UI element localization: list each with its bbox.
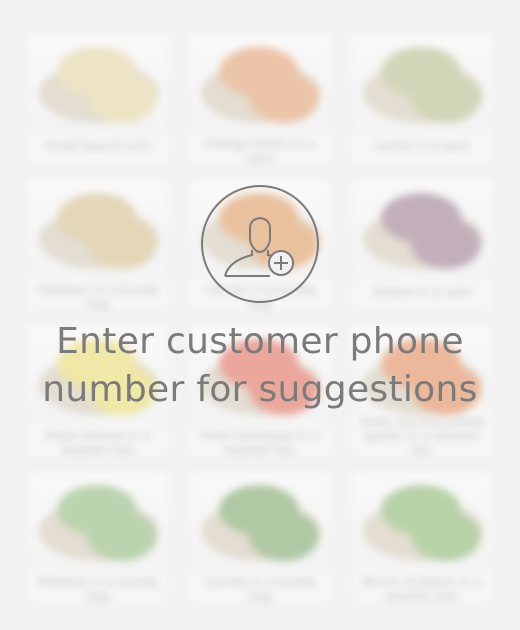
- product-card: Onions in a sack: [350, 178, 494, 312]
- photo-shape: [87, 219, 157, 269]
- photo-shape: [411, 219, 481, 269]
- photo-shape: [249, 73, 319, 123]
- product-card: Orange lentils in a sack: [188, 32, 332, 166]
- product-photo: [351, 179, 493, 279]
- add-user-icon[interactable]: [200, 184, 320, 304]
- product-caption: Fresh tomatoes in a wooden box: [200, 429, 320, 457]
- product-card: Bunch of beans in a wooden box: [350, 470, 494, 604]
- product-photo: [351, 33, 493, 133]
- product-card: Small bag of corn: [26, 32, 170, 166]
- product-photo: [351, 471, 493, 569]
- prompt-line-1: Enter customer phone: [56, 321, 464, 362]
- photo-shape: [87, 511, 157, 561]
- product-caption: Onions in a sack: [372, 285, 472, 299]
- product-photo: [189, 471, 331, 569]
- photo-shape: [411, 511, 481, 561]
- product-caption: Fresh red and yellow apples in a wooden …: [360, 415, 484, 457]
- product-photo: [189, 33, 331, 131]
- product-photo: [27, 179, 169, 277]
- product-card: Carrots in a burlap bag: [188, 470, 332, 604]
- prompt-headline: Enter customer phone number for suggesti…: [0, 318, 520, 414]
- product-caption: Carrots in a burlap bag: [204, 575, 316, 603]
- product-caption: Potatoes in a burlap bag: [37, 575, 159, 603]
- product-caption: Lentils in a sack: [374, 139, 470, 153]
- product-card: Potatoes in a burlap bag: [26, 178, 170, 312]
- product-caption: Fresh lemons in a wooden box: [45, 429, 151, 457]
- prompt-line-2: number for suggestions: [42, 369, 478, 410]
- product-caption: Bunch of beans in a wooden box: [362, 575, 482, 603]
- photo-shape: [249, 511, 319, 561]
- product-card: Potatoes in a burlap bag: [26, 470, 170, 604]
- product-photo: [27, 33, 169, 133]
- product-caption: Orange lentils in a sack: [204, 137, 316, 165]
- product-photo: [27, 471, 169, 569]
- product-caption: Small bag of corn: [45, 139, 151, 153]
- suggestions-screen: Small bag of corn Orange lentils in a sa…: [0, 0, 520, 630]
- product-caption: Potatoes in a burlap bag: [37, 283, 159, 311]
- photo-shape: [87, 73, 157, 123]
- photo-shape: [411, 73, 481, 123]
- product-card: Lentils in a sack: [350, 32, 494, 166]
